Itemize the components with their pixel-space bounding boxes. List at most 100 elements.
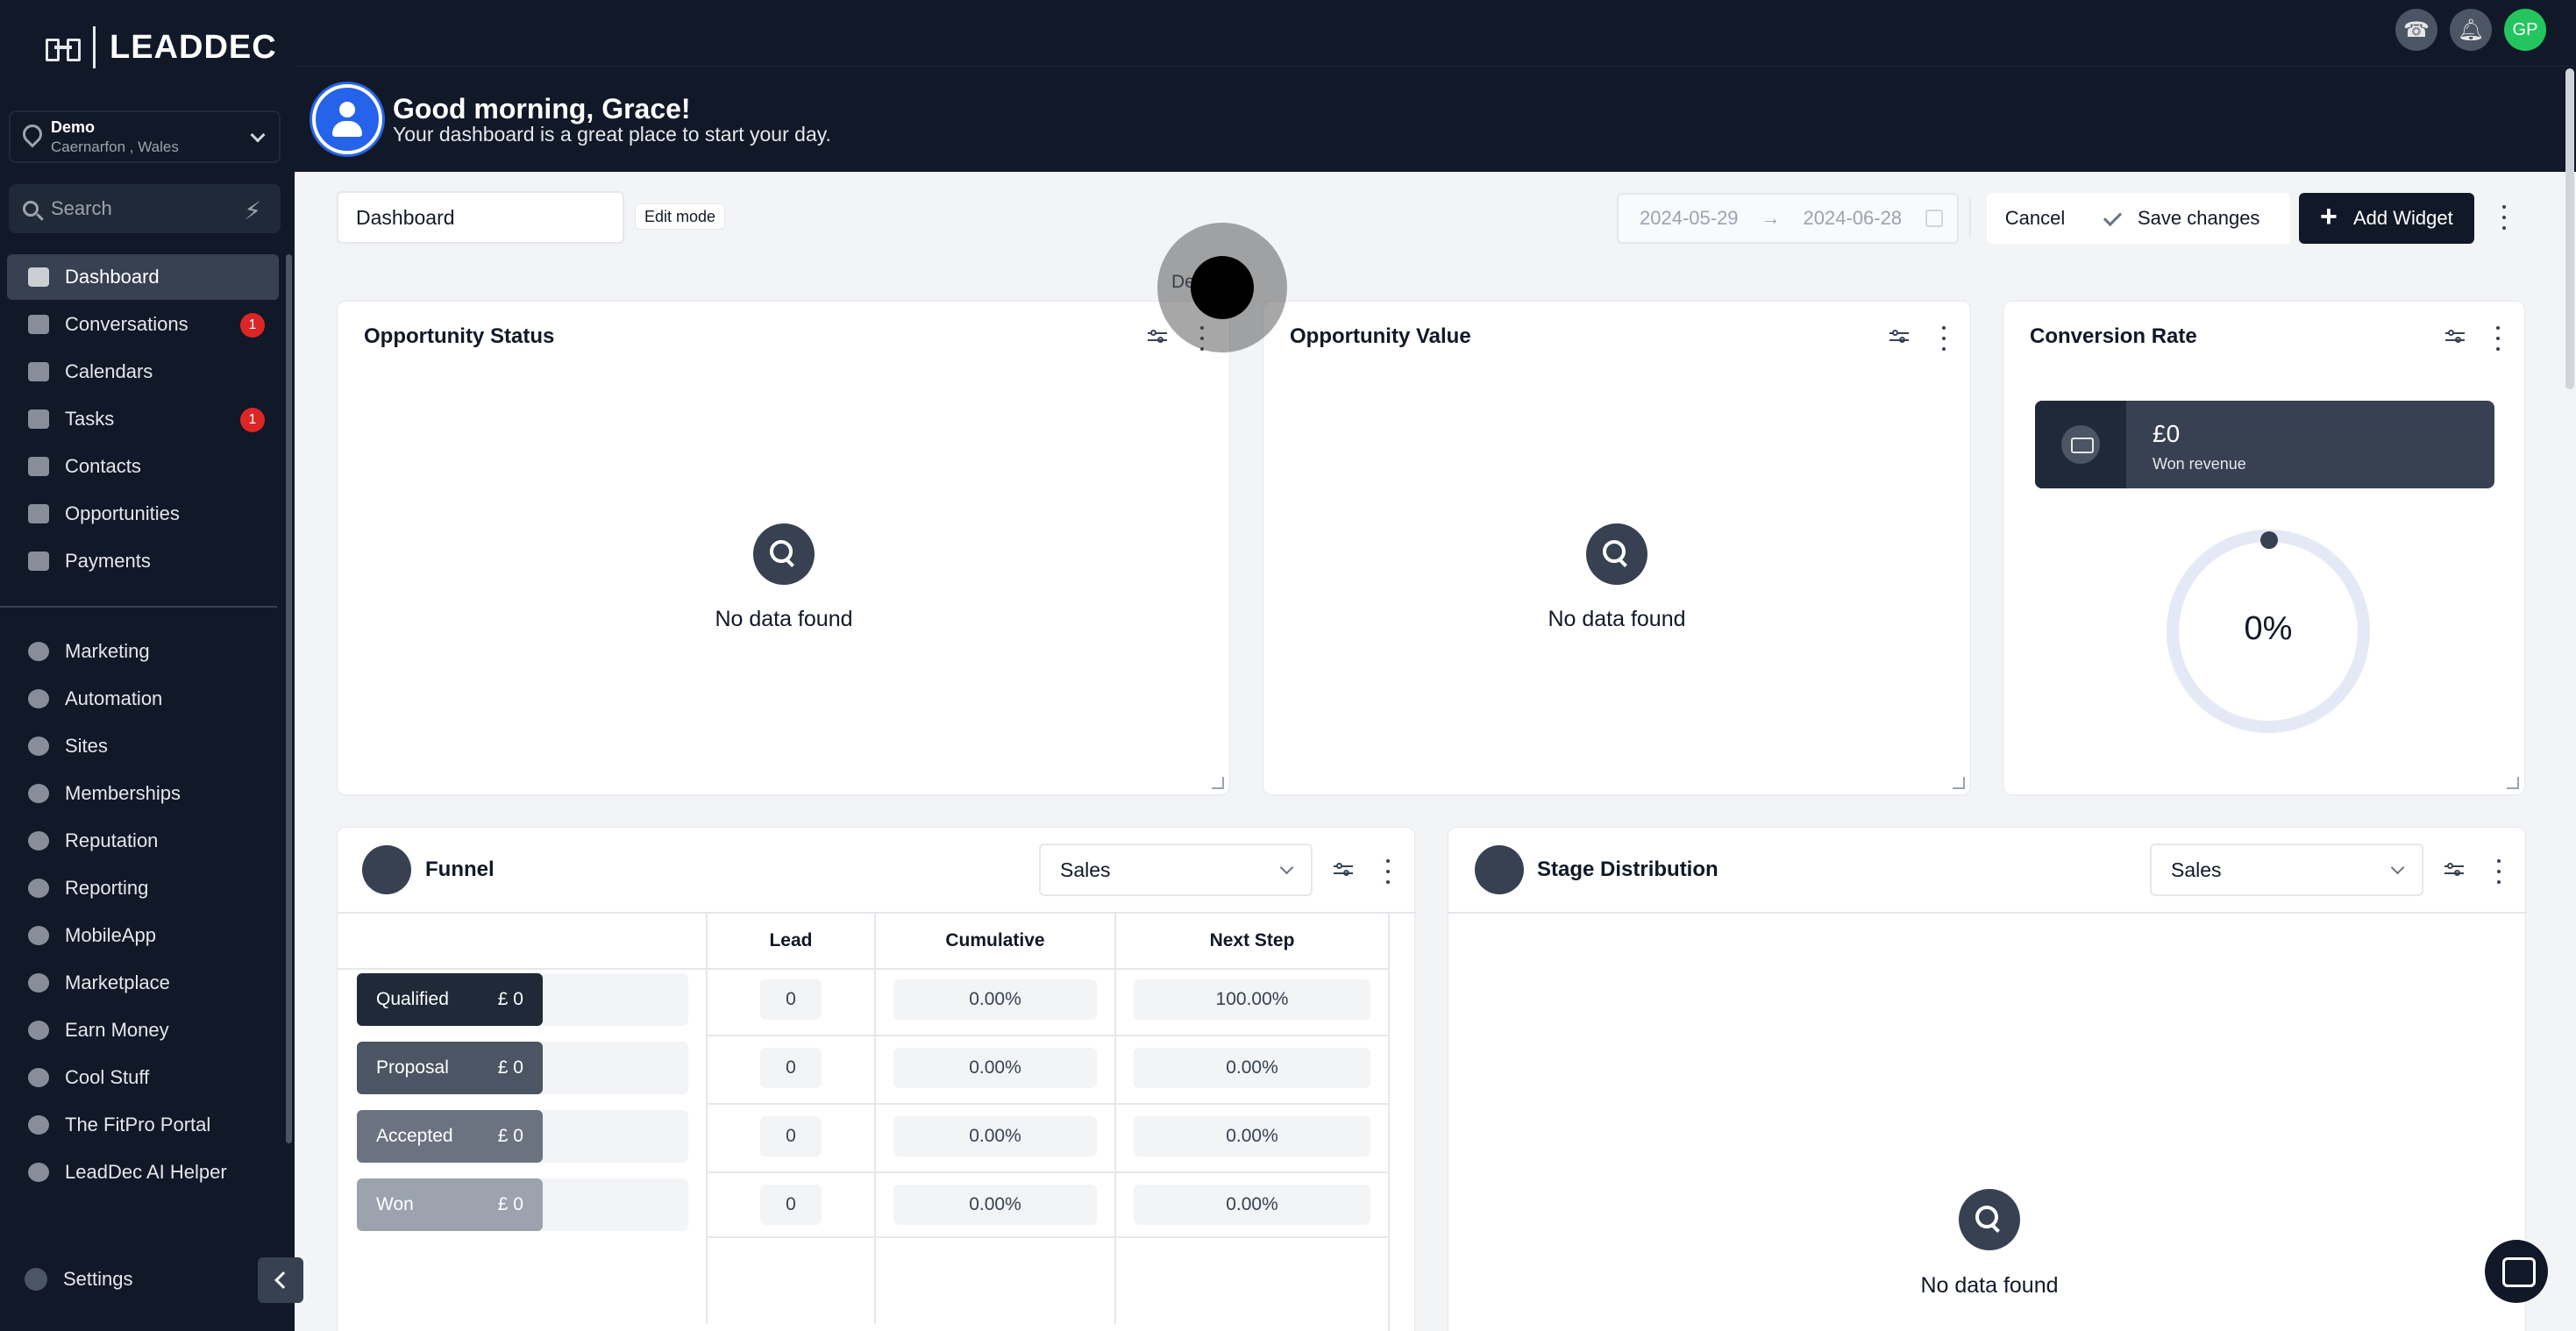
quick-actions-icon[interactable]: ⚡: [244, 196, 261, 225]
sidebar-item-the-fitpro-portal[interactable]: The FitPro Portal: [7, 1102, 279, 1148]
resize-handle[interactable]: [1212, 777, 1224, 789]
chevron-down-icon: [250, 127, 266, 143]
search-placeholder: Search: [51, 197, 112, 219]
dumbbell-icon: [28, 1115, 49, 1135]
pipeline-select[interactable]: Sales: [2150, 843, 2423, 896]
widget-menu-icon[interactable]: [1384, 859, 1391, 884]
collapse-sidebar-button[interactable]: [258, 1257, 303, 1303]
filter-icon[interactable]: [1889, 328, 1911, 345]
sidebar-divider: [0, 606, 277, 608]
person-icon: [28, 457, 49, 476]
stage-bar-track: [543, 1110, 688, 1163]
location-switcher[interactable]: Demo Caernarfon , Wales: [9, 110, 281, 163]
column-header-cumulative: Cumulative: [945, 930, 1045, 950]
sidebar-item-label: MobileApp: [65, 924, 156, 946]
user-avatar[interactable]: GP: [2504, 9, 2546, 51]
brand-name: LEADDEC: [110, 28, 277, 66]
sidebar-item-leaddec-ai-helper[interactable]: LeadDec AI Helper: [7, 1150, 279, 1195]
funnel-stage-won: Won £ 0: [357, 1178, 543, 1231]
sidebar-item-label: Cool Stuff: [65, 1066, 150, 1088]
sidebar-item-mobileapp[interactable]: MobileApp: [7, 913, 279, 958]
money-icon: [28, 1021, 49, 1040]
cancel-button[interactable]: Cancel: [1987, 193, 2083, 244]
cumulative-cell: 0.00%: [893, 1185, 1097, 1225]
sidebar-item-opportunities[interactable]: Opportunities: [7, 491, 279, 537]
sidebar-item-automation[interactable]: Automation: [7, 676, 279, 722]
stage-label: Won: [376, 1194, 414, 1214]
sidebar-scrollbar[interactable]: [286, 254, 292, 1143]
sidebar-item-marketplace[interactable]: Marketplace: [7, 960, 279, 1006]
sidebar-item-settings[interactable]: Settings: [25, 1268, 133, 1291]
row-divider: [706, 1236, 1390, 1238]
no-data-text: No data found: [1920, 1273, 2059, 1298]
greeting-banner: Good morning, Grace! Your dashboard is a…: [295, 67, 2576, 172]
greeting-subtitle: Your dashboard is a great place to start…: [393, 123, 831, 146]
sidebar-item-sites[interactable]: Sites: [7, 723, 279, 769]
location-name: Demo: [51, 117, 96, 136]
next-step-cell: 0.00%: [1134, 1185, 1370, 1225]
dashboard-name-input[interactable]: Dashboard: [337, 191, 624, 244]
sidebar-item-reputation[interactable]: Reputation: [7, 818, 279, 864]
sidebar-item-label: Payments: [65, 550, 151, 572]
page-scrollbar[interactable]: [2565, 68, 2574, 389]
chevron-left-icon: [274, 1271, 292, 1289]
sidebar-item-label: Calendars: [65, 360, 153, 382]
funnel-widget: Funnel Sales Lead Cumulative Next Step Q…: [337, 827, 1416, 1331]
flame-icon: [28, 1068, 49, 1087]
widget-title: Opportunity Status: [364, 324, 555, 348]
funnel-icon: [28, 504, 49, 523]
widget-menu-icon[interactable]: [2495, 859, 2502, 884]
brand-logo[interactable]: LEADDEC: [44, 25, 277, 70]
chat-support-button[interactable]: [2485, 1240, 2548, 1303]
funnel-stage-accepted: Accepted £ 0: [357, 1110, 543, 1163]
sidebar-item-earn-money[interactable]: Earn Money: [7, 1007, 279, 1053]
sidebar-item-dashboard[interactable]: Dashboard: [7, 254, 279, 300]
sidebar-item-label: Dashboard: [65, 266, 160, 288]
sidebar-item-marketing[interactable]: Marketing: [7, 629, 279, 674]
more-options-icon[interactable]: [2501, 205, 2508, 230]
sidebar-item-label: The FitPro Portal: [65, 1114, 211, 1135]
resize-handle[interactable]: [1953, 777, 1965, 789]
funnel-stage-proposal: Proposal £ 0: [357, 1042, 543, 1094]
no-data-icon: [753, 523, 815, 585]
add-widget-button[interactable]: Add Widget: [2299, 191, 2474, 244]
row-divider: [706, 1035, 1390, 1036]
widget-menu-icon[interactable]: [1940, 326, 1947, 351]
sidebar-item-memberships[interactable]: Memberships: [7, 771, 279, 816]
stage-bar-track: [543, 1178, 688, 1231]
sidebar-item-calendars[interactable]: Calendars: [7, 349, 279, 395]
save-changes-button[interactable]: Save changes: [2083, 193, 2290, 244]
sidebar-item-tasks[interactable]: Tasks 1: [7, 396, 279, 442]
pipeline-select[interactable]: Sales: [1039, 843, 1313, 896]
sidebar-item-contacts[interactable]: Contacts: [7, 444, 279, 489]
stage-distribution-widget: Stage Distribution Sales No data found: [1448, 827, 2527, 1331]
search-input[interactable]: Search ⚡: [9, 184, 281, 233]
sidebar-item-label: Memberships: [65, 782, 181, 804]
sidebar-item-payments[interactable]: Payments: [7, 538, 279, 584]
widget-title: Stage Distribution: [1537, 858, 1719, 881]
notifications-button[interactable]: 🔔︎: [2450, 9, 2492, 51]
widget-title: Conversion Rate: [2030, 324, 2197, 348]
filter-icon[interactable]: [1334, 861, 1355, 879]
arrow-right-icon: →: [1761, 207, 1781, 229]
stage-amount: £ 0: [497, 989, 523, 1009]
sidebar-item-cool-stuff[interactable]: Cool Stuff: [7, 1055, 279, 1100]
sidebar-item-label: Reputation: [65, 829, 159, 851]
phone-button[interactable]: ☎: [2395, 9, 2437, 51]
date-range-picker[interactable]: 2024-05-29 → 2024-06-28: [1617, 193, 1959, 244]
filter-icon[interactable]: [2445, 328, 2466, 345]
sidebar-item-label: Opportunities: [65, 502, 180, 524]
automation-icon: [28, 689, 49, 708]
filter-icon[interactable]: [1148, 328, 1169, 345]
widget-menu-icon[interactable]: [2494, 326, 2501, 351]
resize-handle[interactable]: [2507, 777, 2519, 789]
cumulative-cell: 0.00%: [893, 979, 1097, 1020]
user-icon: [312, 84, 382, 154]
sidebar-item-reporting[interactable]: Reporting: [7, 865, 279, 911]
no-data-icon: [1959, 1189, 2020, 1250]
search-icon: [23, 201, 39, 217]
filter-icon[interactable]: [2444, 861, 2466, 879]
no-data-icon: [1586, 523, 1647, 585]
sidebar-item-label: Earn Money: [65, 1019, 169, 1041]
sidebar-item-conversations[interactable]: Conversations 1: [7, 302, 279, 347]
